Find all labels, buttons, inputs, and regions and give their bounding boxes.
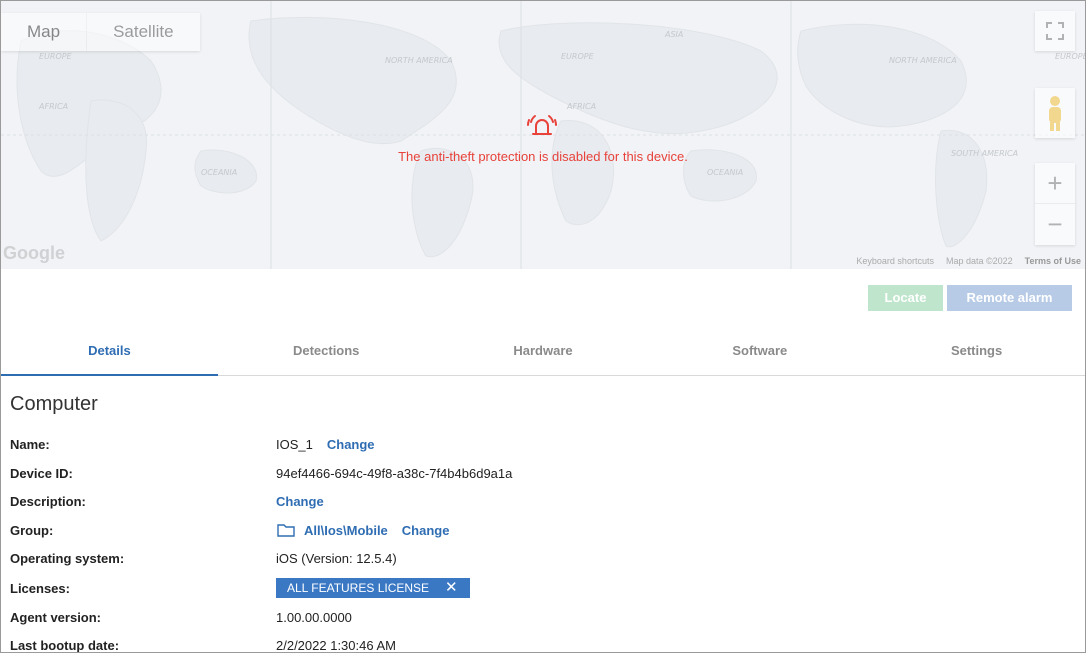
map-label: ASIA — [664, 30, 683, 39]
remove-license-icon[interactable]: ✕ — [445, 578, 458, 598]
map-label: AFRICA — [566, 102, 596, 111]
zoom-control: + − — [1035, 163, 1075, 245]
agent-version-value: 1.00.00.0000 — [276, 609, 352, 625]
map-label: OCEANIA — [707, 168, 743, 177]
map-label: AFRICA — [38, 102, 68, 111]
tab-hardware[interactable]: Hardware — [435, 331, 652, 375]
agent-version-label: Agent version: — [10, 609, 102, 625]
fullscreen-button[interactable] — [1035, 11, 1075, 51]
detail-row-group: Group: All\Ios\Mobile Change — [10, 519, 1070, 541]
google-logo: Google — [3, 243, 65, 263]
keyboard-shortcuts-link[interactable]: Keyboard shortcuts — [856, 256, 934, 266]
group-path-link[interactable]: All\Ios\Mobile — [304, 523, 388, 538]
map-type-control: Map Satellite — [1, 13, 200, 51]
zoom-in-button[interactable]: + — [1035, 163, 1075, 204]
license-badge: ALL FEATURES LICENSE ✕ — [276, 578, 470, 598]
section-title: Computer — [10, 393, 98, 415]
change-name-link[interactable]: Change — [327, 437, 375, 452]
map-view[interactable]: EUROPE AFRICA NORTH AMERICA EUROPE ASIA … — [1, 1, 1085, 269]
detail-row-description: Description: Change — [10, 490, 1070, 512]
map-label: NORTH AMERICA — [889, 56, 957, 65]
map-type-satellite-button[interactable]: Satellite — [87, 13, 199, 51]
last-bootup-label: Last bootup date: — [10, 637, 120, 653]
map-label: EUROPE — [39, 52, 73, 61]
group-label: Group: — [10, 522, 54, 538]
map-label: OCEANIA — [201, 168, 237, 177]
tab-details[interactable]: Details — [1, 331, 218, 376]
alarm-siren-icon — [527, 115, 557, 135]
fullscreen-icon — [1046, 22, 1064, 40]
os-value: iOS (Version: 12.5.4) — [276, 550, 397, 566]
map-type-map-button[interactable]: Map — [1, 13, 88, 51]
terms-of-use-link[interactable]: Terms of Use — [1025, 256, 1081, 266]
detail-row-name: Name: IOS_1 Change — [10, 433, 1070, 455]
pegman-icon — [1049, 96, 1061, 131]
licenses-label: Licenses: — [10, 580, 70, 596]
map-label: NORTH AMERICA — [385, 56, 453, 65]
change-description-link[interactable]: Change — [276, 494, 324, 509]
detail-row-device-id: Device ID: 94ef4466-694c-49f8-a38c-7f4b4… — [10, 462, 1070, 484]
device-id-value: 94ef4466-694c-49f8-a38c-7f4b4b6d9a1a — [276, 465, 513, 481]
detail-row-licenses: Licenses: ALL FEATURES LICENSE ✕ — [10, 577, 1070, 599]
tab-bar: Details Detections Hardware Software Set… — [1, 331, 1085, 376]
license-badge-label: ALL FEATURES LICENSE — [287, 581, 430, 595]
detail-row-last-bootup: Last bootup date: 2/2/2022 1:30:46 AM — [10, 634, 1070, 653]
tab-settings[interactable]: Settings — [868, 331, 1085, 375]
detail-row-os: Operating system: iOS (Version: 12.5.4) — [10, 547, 1070, 569]
map-label: EUROPE — [1055, 52, 1085, 61]
last-bootup-value: 2/2/2022 1:30:46 AM — [276, 637, 396, 653]
map-label: EUROPE — [561, 52, 595, 61]
name-value: IOS_1 — [276, 436, 313, 452]
description-label: Description: — [10, 493, 86, 509]
name-label: Name: — [10, 436, 50, 452]
locate-button[interactable]: Locate — [868, 285, 943, 311]
device-details-window: EUROPE AFRICA NORTH AMERICA EUROPE ASIA … — [0, 0, 1086, 653]
remote-alarm-button[interactable]: Remote alarm — [947, 285, 1072, 311]
detail-row-agent-version: Agent version: 1.00.00.0000 — [10, 606, 1070, 628]
change-group-link[interactable]: Change — [402, 523, 450, 538]
device-id-label: Device ID: — [10, 465, 73, 481]
map-data-attribution: Map data ©2022 — [945, 256, 1013, 266]
zoom-out-button[interactable]: − — [1035, 204, 1075, 245]
os-label: Operating system: — [10, 550, 125, 566]
folder-icon — [277, 524, 295, 537]
map-footer: Keyboard shortcuts Map data ©2022 Terms … — [856, 256, 1081, 266]
tab-software[interactable]: Software — [651, 331, 868, 375]
street-view-pegman-button[interactable] — [1035, 88, 1075, 138]
anti-theft-disabled-message: The anti-theft protection is disabled fo… — [398, 149, 688, 164]
tab-detections[interactable]: Detections — [218, 331, 435, 375]
